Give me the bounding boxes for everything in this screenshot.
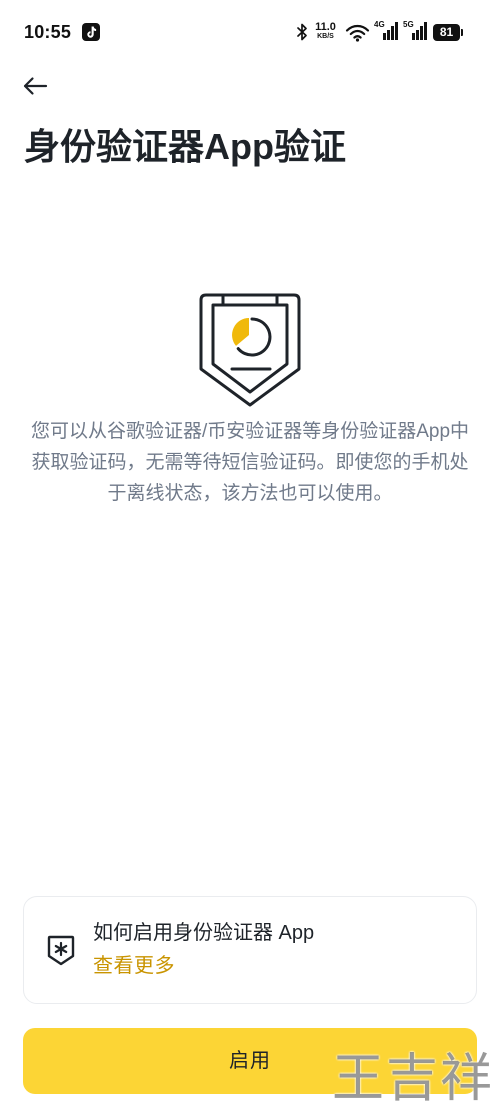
network-speed-value: 11.0	[315, 21, 336, 33]
battery-nub	[461, 29, 463, 36]
description-text: 您可以从谷歌验证器/币安验证器等身份验证器App中获取验证码，无需等待短信验证码…	[30, 421, 470, 504]
cellular-signal-icon: 4G	[374, 21, 400, 41]
network-type-label: 4G	[374, 20, 385, 29]
enable-button[interactable]: 启用	[23, 1028, 477, 1094]
bluetooth-icon	[296, 23, 308, 41]
page-title: 身份验证器App验证	[24, 126, 346, 167]
tiktok-icon	[82, 23, 100, 41]
battery-icon: 81	[433, 24, 464, 41]
cellular-signal-icon: 5G	[403, 21, 429, 41]
shield-asterisk-icon	[46, 934, 76, 966]
status-time: 10:55	[24, 22, 72, 42]
learn-more-link[interactable]: 查看更多	[93, 953, 175, 979]
shield-outer-outline	[199, 293, 301, 407]
how-to-enable-card[interactable]: 如何启用身份验证器 App 查看更多	[23, 896, 477, 1004]
arrow-left-icon	[23, 77, 48, 95]
network-type-label: 5G	[403, 20, 414, 29]
status-bar: 10:55 11.0 KB/S 4G 5G 81	[0, 0, 500, 56]
wifi-icon	[345, 23, 370, 42]
authenticator-verification-screen: 10:55 11.0 KB/S 4G 5G 81 身份验证器App验证 您可以从…	[0, 0, 500, 1117]
card-title: 如何启用身份验证器 App	[93, 922, 315, 944]
network-speed-unit: KB/S	[317, 33, 334, 40]
back-button[interactable]	[20, 72, 50, 100]
authenticator-shield-icon	[199, 293, 301, 407]
battery-level: 81	[433, 24, 460, 41]
enable-button-label: 启用	[229, 1050, 271, 1072]
network-speed: 11.0 KB/S	[313, 21, 338, 41]
